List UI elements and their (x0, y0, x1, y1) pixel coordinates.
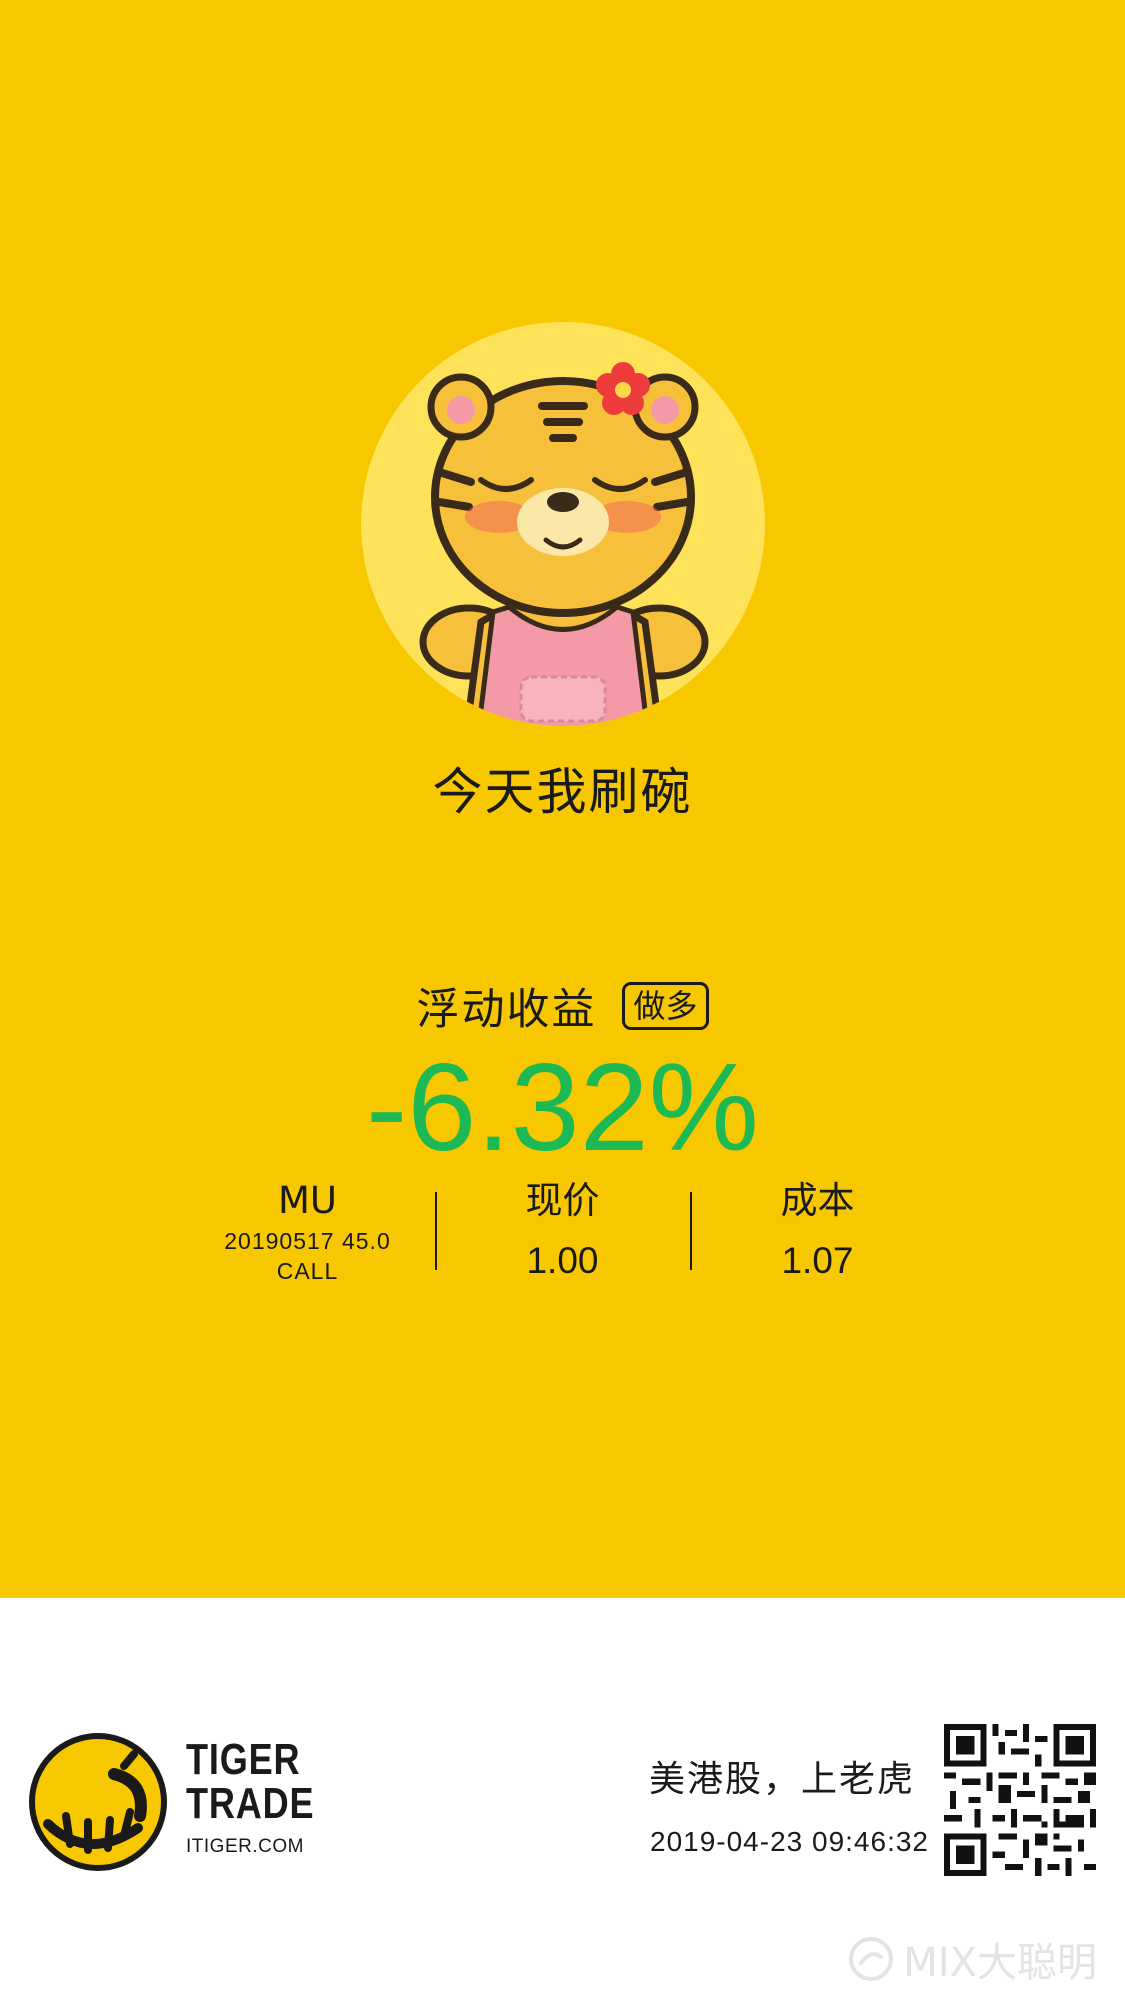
cost-column: 成本 1.07 (690, 1178, 945, 1284)
watermark-text: MIX大聪明 (903, 1940, 1097, 1986)
current-price-label: 现价 (525, 1179, 600, 1222)
current-price-column: 现价 1.00 (435, 1178, 690, 1284)
watermark: MIX大聪明 (847, 1930, 1097, 1988)
tiger-logo-icon (28, 1732, 168, 1872)
watermark-logo-icon (849, 1937, 894, 1981)
position-stats: MU 20190517 45.0 CALL 现价 1.00 成本 1.07 (180, 1178, 945, 1298)
pnl-label: 浮动收益 (416, 985, 597, 1035)
tiger-mascot-icon (361, 322, 765, 726)
symbol: MU (277, 1179, 337, 1222)
brand-name: TIGER TRADE (186, 1738, 314, 1826)
current-price-value: 1.00 (526, 1240, 599, 1281)
share-timestamp: 2019-04-23 09:46:32 (650, 1826, 929, 1857)
pnl-percentage: -6.32% (366, 1039, 759, 1177)
cost-value: 1.07 (781, 1240, 854, 1281)
direction-tag: 做多 (622, 982, 709, 1030)
pnl-header: 浮动收益 做多 (0, 975, 1125, 1037)
user-nickname: 今天我刷碗 (432, 763, 693, 821)
slogan: 美港股，上老虎 (648, 1759, 915, 1800)
brand-url: ITIGER.COM (186, 1836, 304, 1857)
brand-line-2: TRADE (186, 1779, 315, 1828)
share-card-background: 今天我刷碗 浮动收益 做多 -6.32% MU 20190517 45.0 CA… (0, 0, 1125, 1598)
brand-line-1: TIGER (186, 1735, 301, 1784)
qr-code-icon (944, 1724, 1096, 1876)
contract-column: MU 20190517 45.0 CALL (180, 1178, 435, 1286)
cost-label: 成本 (780, 1179, 855, 1222)
contract-type: CALL (276, 1258, 339, 1284)
contract-expiry-strike: 20190517 45.0 (224, 1228, 391, 1254)
